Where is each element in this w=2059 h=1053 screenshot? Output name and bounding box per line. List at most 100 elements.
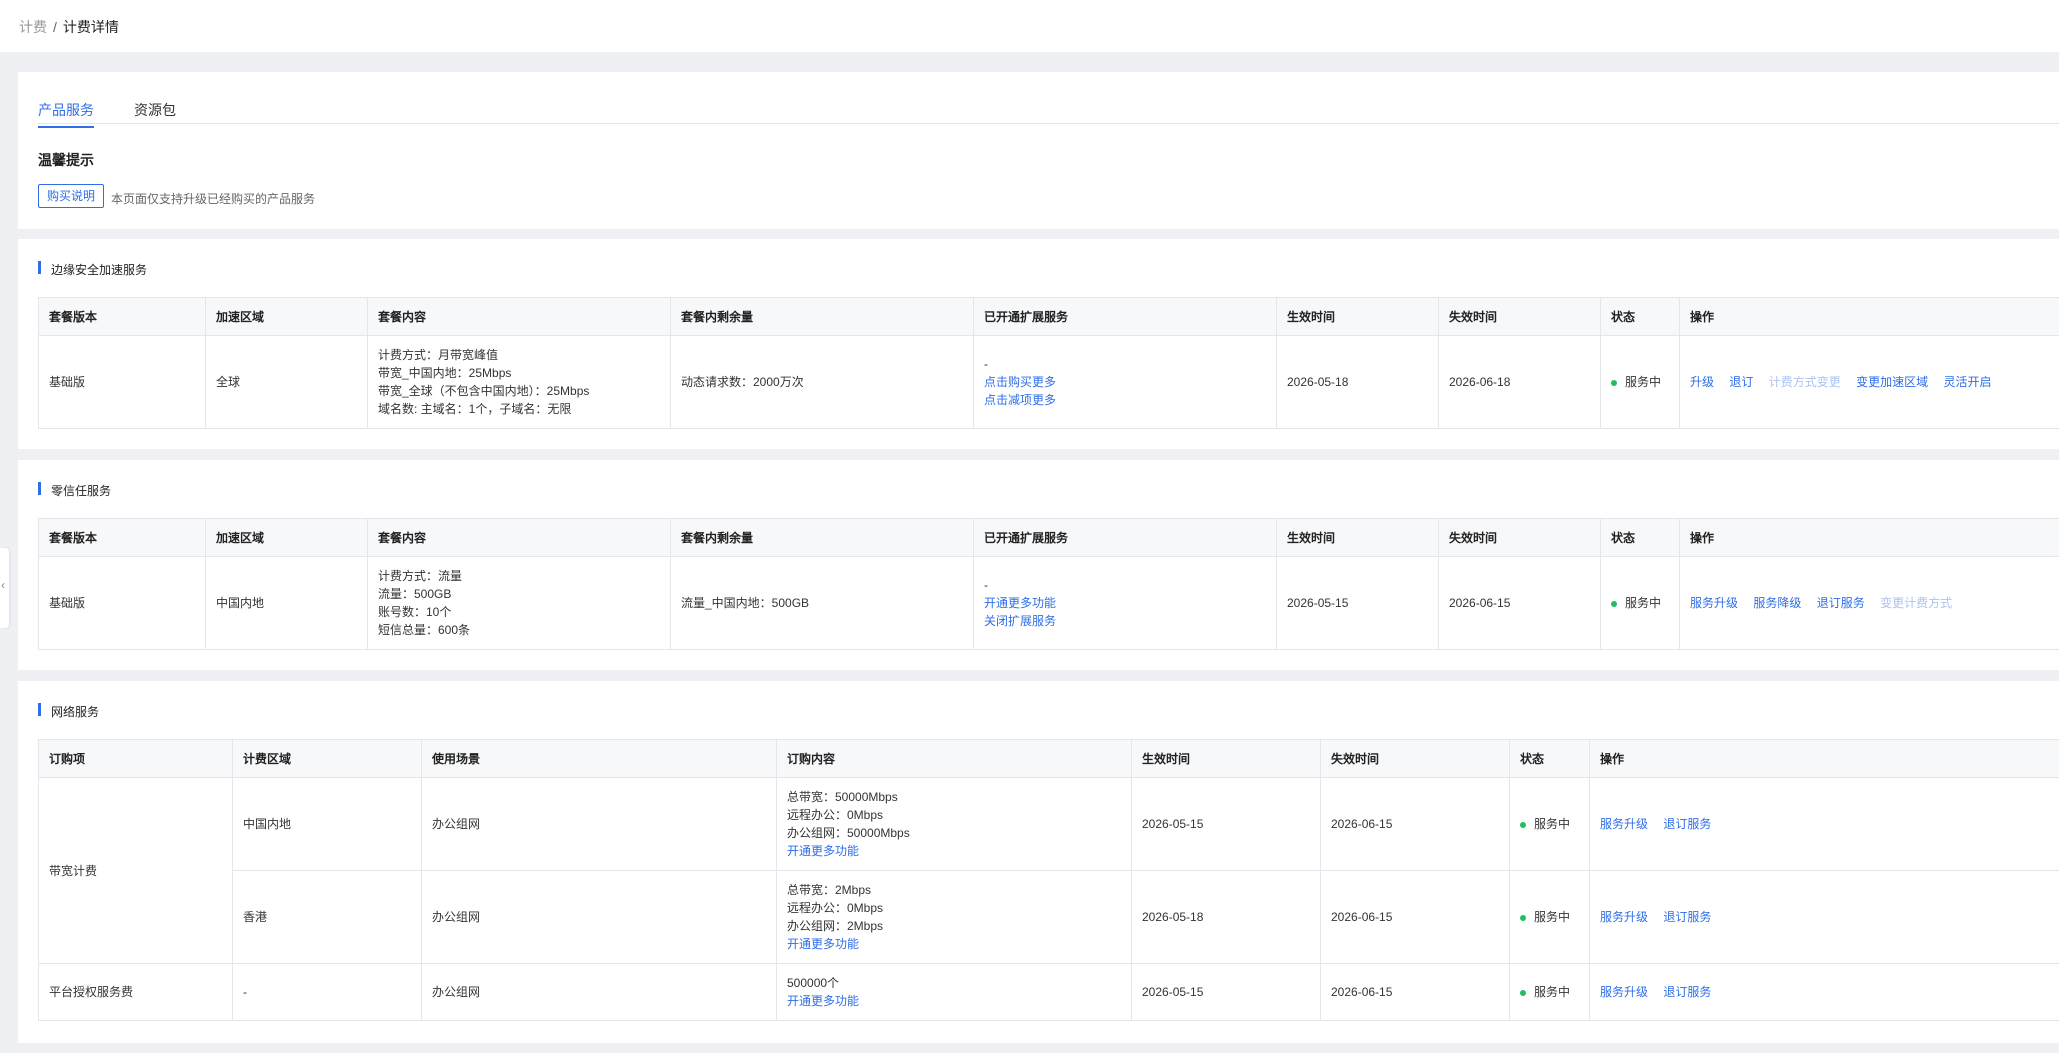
- unsubscribe-service-link[interactable]: 退订服务: [1663, 985, 1711, 999]
- tab-bar: 产品服务 资源包: [38, 100, 2059, 128]
- change-billing-link: 变更计费方式: [1880, 596, 1953, 610]
- col-header: 套餐内剩余量: [670, 518, 974, 557]
- col-header: 生效时间: [1276, 297, 1439, 336]
- start-date: 2026-05-18: [1131, 870, 1321, 964]
- billing-region: 中国内地: [232, 777, 422, 871]
- unsubscribe-service-link[interactable]: 退订服务: [1663, 817, 1711, 831]
- edge-security-section: 边缘安全加速服务 套餐版本 加速区域 套餐内容 套餐内剩余量 已开通扩展服务 生…: [18, 239, 2059, 449]
- service-upgrade-link[interactable]: 服务升级: [1600, 817, 1648, 831]
- col-header: 状态: [1509, 739, 1590, 778]
- table-row: 基础版 全球 计费方式：月带宽峰值 带宽_中国内地：25Mbps 带宽_全球（不…: [38, 335, 2059, 429]
- billing-region: -: [232, 963, 422, 1021]
- status-dot-icon: [1611, 600, 1617, 607]
- status-text: 服务中: [1534, 985, 1571, 999]
- end-date: 2026-06-15: [1438, 556, 1601, 650]
- usage-scene: 办公组网: [421, 870, 777, 964]
- tab-product-services[interactable]: 产品服务: [38, 100, 94, 128]
- order-content: 总带宽：50000Mbps 远程办公：0Mbps 办公组网：50000Mbps …: [776, 777, 1132, 871]
- zero-trust-section: 零信任服务 套餐版本 加速区域 套餐内容 套餐内剩余量 已开通扩展服务 生效时间…: [18, 460, 2059, 670]
- status-text: 服务中: [1534, 817, 1571, 831]
- service-upgrade-link[interactable]: 服务升级: [1690, 596, 1738, 610]
- col-header: 操作: [1589, 739, 2059, 778]
- plan-content: 计费方式：流量 流量：500GB 账号数：10个 短信总量：600条: [367, 556, 671, 650]
- col-header: 失效时间: [1320, 739, 1510, 778]
- notice-title: 温馨提示: [38, 152, 94, 168]
- status-text: 服务中: [1625, 375, 1662, 389]
- col-header: 订购项: [38, 739, 233, 778]
- plan-content: 计费方式：月带宽峰值 带宽_中国内地：25Mbps 带宽_全球（不包含中国内地）…: [367, 335, 671, 429]
- col-header: 状态: [1600, 518, 1680, 557]
- enable-more-features-link[interactable]: 开通更多功能: [787, 935, 1109, 953]
- plan-content-line: 域名数: 主域名：1个，子域名：无限: [378, 402, 572, 416]
- close-ext-service-link[interactable]: 关闭扩展服务: [984, 612, 1254, 630]
- enable-more-features-link[interactable]: 开通更多功能: [984, 594, 1254, 612]
- purchase-info-button[interactable]: 购买说明: [38, 184, 105, 208]
- extended-services: - 点击购买更多 点击减项更多: [973, 335, 1277, 429]
- end-date: 2026-06-15: [1320, 963, 1510, 1021]
- breadcrumb-parent[interactable]: 计费: [19, 19, 47, 35]
- ext-dash: -: [984, 357, 988, 371]
- col-header: 已开通扩展服务: [973, 297, 1277, 336]
- sidebar-toggle[interactable]: ‹: [0, 548, 9, 628]
- order-item: 平台授权服务费: [38, 963, 233, 1021]
- table-row: 平台授权服务费 - 办公组网 500000个 开通更多功能 2026-05-15…: [38, 963, 2059, 1021]
- col-header: 套餐内容: [367, 518, 671, 557]
- order-content-line: 总带宽：2Mbps: [787, 883, 872, 897]
- section-title: 零信任服务: [38, 482, 111, 499]
- col-header: 套餐内容: [367, 297, 671, 336]
- section-title: 网络服务: [38, 703, 99, 720]
- enable-more-features-link[interactable]: 开通更多功能: [787, 842, 1109, 860]
- service-upgrade-link[interactable]: 服务升级: [1600, 985, 1648, 999]
- service-upgrade-link[interactable]: 服务升级: [1600, 910, 1648, 924]
- start-date: 2026-05-15: [1131, 777, 1321, 871]
- breadcrumb-current: 计费详情: [62, 19, 119, 35]
- reduce-more-link[interactable]: 点击减项更多: [984, 391, 1254, 409]
- status-dot-icon: [1520, 821, 1526, 828]
- col-header: 生效时间: [1131, 739, 1321, 778]
- col-header: 生效时间: [1276, 518, 1439, 557]
- status-dot-icon: [1520, 914, 1526, 921]
- buy-more-link[interactable]: 点击购买更多: [984, 373, 1254, 391]
- plan-version: 基础版: [38, 556, 206, 650]
- upgrade-link[interactable]: 升级: [1690, 375, 1714, 389]
- usage-scene: 办公组网: [421, 777, 777, 871]
- actions-cell: 服务升级 退订服务: [1589, 777, 2059, 871]
- col-header: 失效时间: [1438, 297, 1601, 336]
- plan-content-line: 账号数：10个: [378, 605, 452, 619]
- tab-resource-packs[interactable]: 资源包: [134, 100, 176, 126]
- plan-content-line: 带宽_全球（不包含中国内地）：25Mbps: [378, 384, 590, 398]
- status-badge: 服务中: [1509, 870, 1590, 964]
- unsubscribe-link[interactable]: 退订: [1729, 375, 1753, 389]
- notice-text: 本页面仅支持升级已经购买的产品服务: [111, 192, 316, 206]
- col-header: 订购内容: [776, 739, 1132, 778]
- status-badge: 服务中: [1509, 777, 1590, 871]
- flexible-enable-link[interactable]: 灵活开启: [1943, 375, 1991, 389]
- plan-content-line: 短信总量：600条: [378, 623, 471, 637]
- end-date: 2026-06-18: [1438, 335, 1601, 429]
- service-downgrade-link[interactable]: 服务降级: [1753, 596, 1801, 610]
- accel-region: 全球: [205, 335, 368, 429]
- plan-version: 基础版: [38, 335, 206, 429]
- network-section: 网络服务 订购项 计费区域 使用场景 订购内容 生效时间 失效时间 状态 操作 …: [18, 681, 2059, 1043]
- breadcrumb: 计费 / 计费详情: [19, 17, 119, 37]
- unsubscribe-service-link[interactable]: 退订服务: [1817, 596, 1865, 610]
- top-bar: 计费 / 计费详情: [0, 0, 2059, 52]
- enable-more-features-link[interactable]: 开通更多功能: [787, 992, 1109, 1010]
- table-header-row: 套餐版本 加速区域 套餐内容 套餐内剩余量 已开通扩展服务 生效时间 失效时间 …: [38, 297, 2059, 336]
- ext-dash: -: [984, 578, 988, 592]
- change-billing-link: 计费方式变更: [1768, 375, 1841, 389]
- order-content-line: 办公组网：50000Mbps: [787, 826, 910, 840]
- order-content-line: 远程办公：0Mbps: [787, 808, 884, 822]
- col-header: 已开通扩展服务: [973, 518, 1277, 557]
- section-title: 边缘安全加速服务: [38, 261, 147, 278]
- table-row: 香港 办公组网 总带宽：2Mbps 远程办公：0Mbps 办公组网：2Mbps …: [39, 870, 2059, 964]
- order-content: 500000个 开通更多功能: [776, 963, 1132, 1021]
- extended-services: - 开通更多功能 关闭扩展服务: [973, 556, 1277, 650]
- actions-cell: 升级 退订 计费方式变更 变更加速区域 灵活开启: [1679, 335, 2059, 429]
- plan-content-line: 流量：500GB: [378, 587, 452, 601]
- unsubscribe-service-link[interactable]: 退订服务: [1663, 910, 1711, 924]
- status-dot-icon: [1520, 989, 1526, 996]
- change-region-link[interactable]: 变更加速区域: [1856, 375, 1928, 389]
- actions-cell: 服务升级 退订服务: [1589, 870, 2059, 964]
- order-item: 带宽计费: [38, 777, 233, 964]
